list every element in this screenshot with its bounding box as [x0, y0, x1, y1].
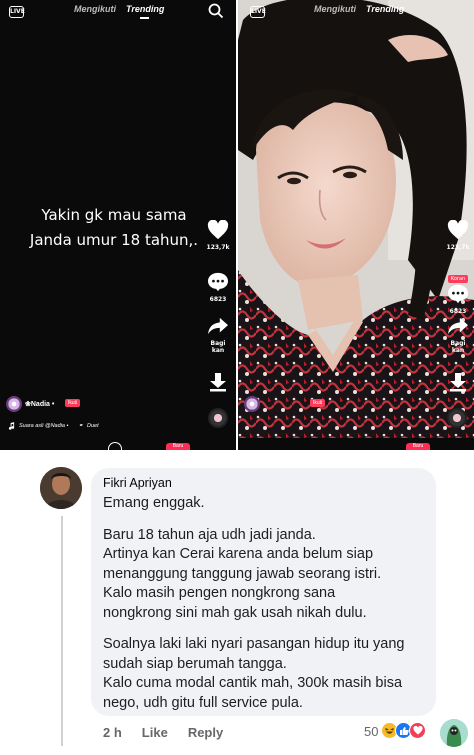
tab-trending[interactable]: Trending [366, 4, 404, 14]
creator-username[interactable]: ❀Nadia • [25, 400, 54, 408]
duet-label[interactable]: Duet [87, 423, 99, 429]
like-action[interactable]: Like [142, 725, 168, 740]
share-label-2: kan [211, 347, 225, 354]
screenshot-root: LIVE Mengikuti Trending Yakin gk mau sam… [0, 0, 474, 755]
live-icon[interactable]: LIVE [250, 6, 266, 18]
girl-portrait-photo [238, 0, 474, 450]
feed-tabs: Mengikuti Trending [74, 4, 164, 14]
creator-row[interactable] [244, 396, 260, 412]
creator-avatar[interactable] [244, 396, 260, 412]
like-button[interactable]: 123,7k [205, 219, 231, 251]
comment-line: sudah siap berumah tangga. [103, 655, 287, 672]
comment-actions: 2 h Like Reply [103, 725, 223, 740]
sound-text: Suara asli @Nadia • [19, 423, 69, 429]
sound-row[interactable]: Suara asli @Nadia • ⚭ Duet [8, 422, 99, 430]
video-caption: Yakin gk mau sama Janda umur 18 tahun,. [14, 203, 214, 253]
comment-badge: Koran [447, 275, 469, 283]
tab-following[interactable]: Mengikuti [74, 4, 116, 14]
bottom-nav: Baru [0, 438, 236, 450]
comment-paragraph-3: Soalnya laki laki nyari pasangan hidup i… [103, 635, 424, 713]
creator-row[interactable]: ❀Nadia • [6, 396, 54, 412]
active-tab-indicator [140, 17, 149, 19]
download-icon [210, 373, 226, 392]
like-button[interactable]: 123,7k [445, 219, 471, 251]
comment-paragraph-2: Baru 18 tahun aja udh jadi janda. Artiny… [103, 526, 424, 624]
like-count: 123,7k [206, 244, 230, 251]
feed-tabs: Mengikuti Trending [314, 4, 404, 14]
download-button[interactable] [445, 372, 471, 396]
nav-add-icon[interactable] [108, 442, 122, 450]
commenter-avatar[interactable] [40, 467, 82, 509]
follow-button[interactable]: Ikuti [65, 399, 81, 407]
nav-new-badge[interactable]: Baru [406, 443, 430, 450]
comment-line: nego, udh gitu full service pula. [103, 694, 303, 711]
heart-icon [207, 219, 229, 240]
comment-bubble: Fikri Apriyan Emang enggak. Baru 18 tahu… [91, 468, 436, 716]
comment-line: Kalo cuma modal cantik mah, 300k masih b… [103, 675, 403, 691]
duet-icon: ⚭ [78, 423, 84, 429]
sound-disc[interactable] [208, 408, 228, 428]
comment-timestamp[interactable]: 2 h [103, 725, 122, 740]
share-label-1: Bagi [210, 340, 226, 347]
share-label-2: kan [451, 347, 465, 354]
comment-line: Artinya kan Cerai karena anda belum siap [103, 546, 374, 562]
love-reaction-icon [409, 722, 426, 739]
comment-button[interactable]: Koran 6823 [445, 265, 471, 315]
share-button[interactable]: Bagi kan [445, 316, 471, 354]
comment-line: nongkrong sini mah gak usah nikah dulu. [103, 604, 367, 621]
comment-line: menanggung tanggung jawab seorang istri. [103, 565, 382, 582]
reply-action[interactable]: Reply [188, 725, 223, 740]
share-button[interactable]: Bagi kan [205, 316, 231, 354]
comment-line: Kalo masih pengen nongkrong sana [103, 585, 336, 601]
share-arrow-icon [448, 317, 468, 335]
reaction-count[interactable]: 50 [364, 724, 378, 739]
tab-trending[interactable]: Trending [126, 4, 164, 14]
download-icon [450, 373, 466, 392]
like-count: 123,7k [446, 244, 470, 251]
tiktok-video-left[interactable]: LIVE Mengikuti Trending Yakin gk mau sam… [0, 0, 236, 450]
live-icon[interactable]: LIVE [9, 6, 25, 18]
music-note-icon [8, 422, 15, 430]
heart-icon [447, 219, 469, 240]
search-icon[interactable] [208, 3, 224, 19]
download-button[interactable] [205, 372, 231, 396]
comment-button[interactable]: 6823 [205, 272, 231, 303]
comment-count: 6823 [209, 296, 227, 303]
commenter-photo [40, 467, 82, 509]
comment-intro: Emang enggak. [103, 495, 205, 511]
viewer-avatar-image [440, 719, 468, 747]
comment-bubble-icon [208, 272, 228, 292]
share-label-1: Bagi [450, 340, 466, 347]
caption-line-2: Janda umur 18 tahun,. [29, 231, 199, 249]
sound-disc[interactable] [447, 408, 467, 428]
nav-new-badge[interactable]: Baru [166, 443, 190, 450]
bottom-nav: Baru [238, 438, 474, 450]
comment-line: Baru 18 tahun aja udh jadi janda. [103, 526, 316, 543]
follow-button[interactable]: Ikuti [310, 399, 326, 407]
tiktok-video-right[interactable]: LIVE Mengikuti Trending 123,7k Koran 682… [238, 0, 474, 450]
comment-author[interactable]: Fikri Apriyan [103, 475, 424, 491]
comment-count: 6823 [449, 308, 467, 315]
reaction-icons[interactable] [381, 722, 426, 739]
comment-section: Fikri Apriyan Emang enggak. Baru 18 tahu… [0, 450, 474, 755]
comment-bubble-icon [448, 284, 468, 304]
thread-line [61, 516, 63, 746]
share-arrow-icon [208, 317, 228, 335]
viewer-avatar[interactable] [440, 719, 468, 747]
creator-avatar[interactable] [6, 396, 22, 412]
tab-following[interactable]: Mengikuti [314, 4, 356, 14]
caption-line-1: Yakin gk mau sama [41, 206, 187, 224]
comment-line: Soalnya laki laki nyari pasangan hidup i… [103, 636, 405, 652]
